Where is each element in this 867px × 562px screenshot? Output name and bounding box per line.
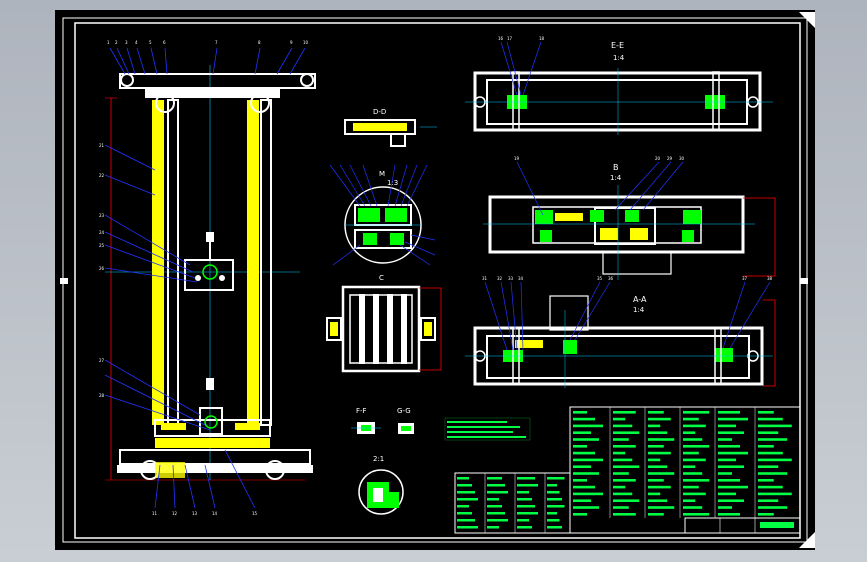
- balloon-label: 5: [149, 40, 152, 45]
- balloon-label: 8: [258, 40, 261, 45]
- balloon-group-frame-left: 21 22 23 24 25 26 27 28: [99, 143, 105, 398]
- balloon-label: 12: [172, 511, 178, 516]
- view-scale: 1:4: [610, 174, 622, 182]
- right-center-mark: [800, 278, 808, 284]
- balloon-label: 14: [212, 511, 218, 516]
- balloon-label: 36: [608, 276, 614, 281]
- section-gg-view: G-G: [397, 407, 414, 434]
- balloon-label: 4: [135, 40, 138, 45]
- detail-m-view: M 1:3: [329, 164, 436, 266]
- section-ff-view: F-F: [351, 407, 381, 434]
- balloon-label: 7: [215, 40, 218, 45]
- balloon-label: 38: [767, 276, 773, 281]
- balloon-label: 16: [498, 36, 504, 41]
- main-frame-view: [104, 47, 316, 509]
- balloon-label: 29: [667, 156, 673, 161]
- view-title: 2:1: [373, 455, 384, 463]
- section-ee-view: E-E 1:4 16 17 18: [465, 36, 773, 135]
- balloon-label: 35: [597, 276, 603, 281]
- balloon-group-frame-bottom: 11 12 13 14 15: [152, 511, 258, 516]
- balloon-label: 28: [99, 393, 105, 398]
- balloon-label: 3: [125, 40, 128, 45]
- balloon-label: 10: [303, 40, 309, 45]
- drawing-sheet: 1 2 3 4 5 6 7 8 9 10 21 22 23 24 25 26 2…: [55, 10, 815, 550]
- title-block-icon: [684, 517, 801, 534]
- view-title: M: [379, 170, 385, 178]
- balloon-label: 2: [115, 40, 118, 45]
- balloon-label: 26: [99, 266, 105, 271]
- view-c: C: [326, 274, 442, 373]
- balloon-label: 22: [99, 173, 105, 178]
- balloon-label: 9: [290, 40, 293, 45]
- balloon-label: 13: [192, 511, 198, 516]
- tech-notes-icon: [444, 417, 531, 441]
- balloon-label: 30: [679, 156, 685, 161]
- balloon-label: 21: [99, 143, 105, 148]
- view-scale: 1:4: [633, 306, 645, 314]
- parts-list-icon: [454, 406, 801, 534]
- cad-drawing: 1 2 3 4 5 6 7 8 9 10 21 22 23 24 25 26 2…: [60, 12, 815, 548]
- left-center-mark: [60, 278, 68, 284]
- balloon-label: 23: [99, 213, 105, 218]
- detail-2-view: 2:1: [358, 455, 404, 515]
- balloon-label: 17: [507, 36, 513, 41]
- balloon-label: 33: [508, 276, 514, 281]
- balloon-label: 32: [497, 276, 503, 281]
- view-title: A-A: [633, 295, 647, 304]
- view-title: C: [379, 274, 384, 282]
- view-title: F-F: [356, 407, 367, 415]
- view-b: B 1:4 19 20 29 30: [483, 156, 776, 280]
- view-title: E-E: [611, 41, 624, 50]
- balloon-group-frame-top: 1 2 3 4 5 6 7 8 9 10: [107, 40, 309, 45]
- section-dd-view: D-D: [344, 108, 437, 147]
- balloon-label: 24: [99, 230, 105, 235]
- view-title: G-G: [397, 407, 411, 415]
- balloon-label: 11: [152, 511, 158, 516]
- section-aa-view: A-A 1:4 31 32 33 34 35 36 37 38: [465, 276, 776, 388]
- balloon-label: 37: [742, 276, 748, 281]
- view-scale: 1:4: [613, 54, 625, 62]
- balloon-label: 20: [655, 156, 661, 161]
- balloon-label: 25: [99, 243, 105, 248]
- view-title: B: [613, 163, 619, 172]
- balloon-label: 34: [518, 276, 524, 281]
- balloon-label: 27: [99, 358, 105, 363]
- balloon-label: 19: [514, 156, 520, 161]
- balloon-label: 18: [539, 36, 545, 41]
- balloon-label: 1: [107, 40, 110, 45]
- balloon-label: 6: [163, 40, 166, 45]
- view-title: D-D: [373, 108, 386, 116]
- balloon-label: 15: [252, 511, 258, 516]
- balloon-label: 31: [482, 276, 488, 281]
